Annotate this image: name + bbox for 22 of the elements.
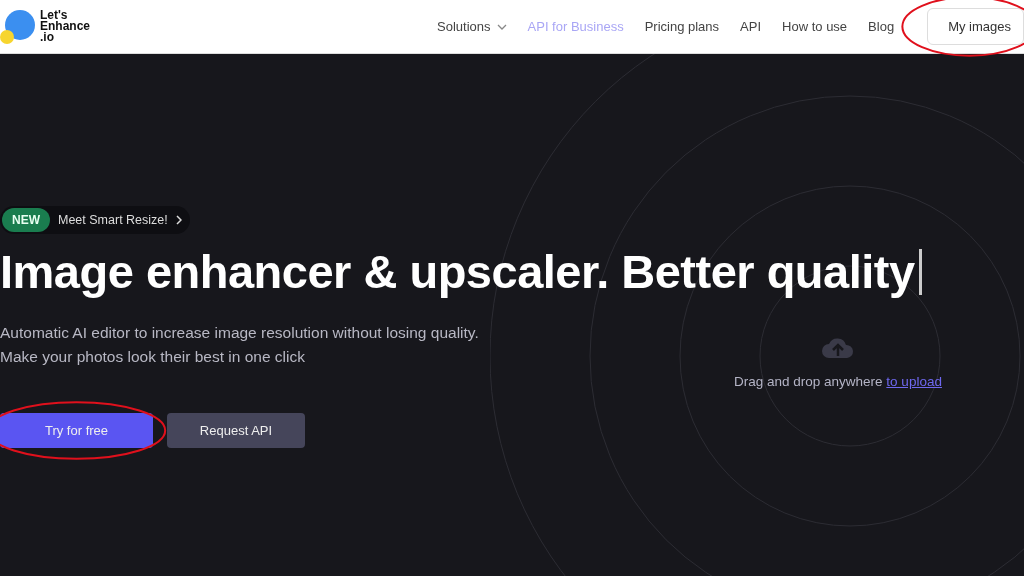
new-tag: NEW	[2, 208, 50, 232]
try-free-button[interactable]: Try for free	[0, 413, 153, 448]
my-images-button[interactable]: My images	[927, 8, 1024, 45]
logo-icon	[0, 8, 36, 45]
nav-link[interactable]: Pricing plans	[644, 19, 720, 34]
text-cursor	[918, 248, 922, 295]
description-text: Make your photos look their best in one click	[0, 347, 306, 367]
nav-link[interactable]: API	[740, 19, 762, 34]
chevron-right-icon	[175, 215, 182, 225]
upload-cloud-icon	[820, 336, 855, 360]
nav-link[interactable]: Solutions	[437, 19, 507, 34]
upload-hint: Drag and drop anywhere to upload	[734, 374, 942, 389]
request-api-button[interactable]: Request API	[167, 413, 305, 448]
upload-link[interactable]: to upload	[886, 374, 942, 389]
description-text: Automatic AI editor to increase image resolution without losing quality.	[0, 323, 480, 343]
headline: Image enhancer & upscaler. Better quality	[0, 244, 915, 299]
nav-link[interactable]: Blog	[868, 19, 895, 34]
nav-link[interactable]: How to use	[782, 19, 848, 34]
announcement-badge[interactable]: NEW Meet Smart Resize!	[0, 206, 190, 234]
badge-text: Meet Smart Resize!	[58, 213, 168, 227]
logo-text: Let's Enhance .io	[40, 10, 90, 43]
chevron-down-icon	[496, 23, 507, 30]
